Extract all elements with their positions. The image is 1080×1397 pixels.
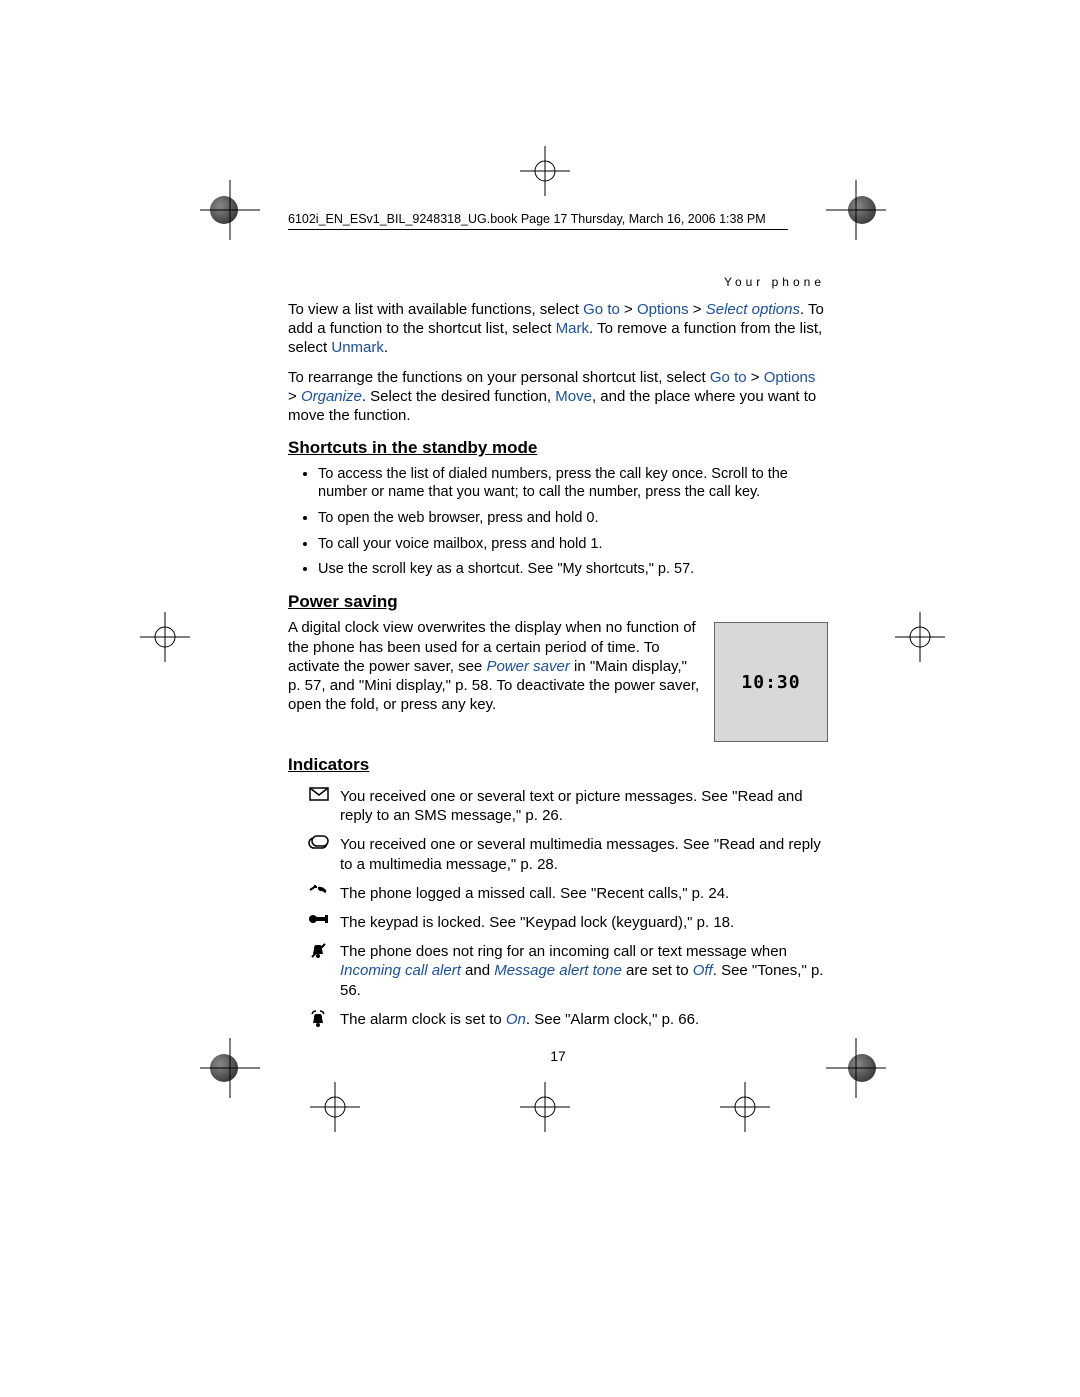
incoming-call-alert-link: Incoming call alert: [340, 962, 461, 979]
crop-mark-tl: [200, 180, 260, 240]
page-number: 17: [288, 1048, 828, 1066]
reg-bottom-left2: [310, 1082, 360, 1132]
crop-mark-br: [826, 1038, 886, 1098]
on-link: On: [506, 1011, 526, 1028]
move-link: Move: [555, 388, 592, 405]
book-header-line: 6102i_EN_ESv1_BIL_9248318_UG.book Page 1…: [288, 212, 788, 230]
clock-illustration: 10:30: [714, 622, 828, 742]
table-row: You received one or several multimedia m…: [288, 830, 828, 878]
table-row: The alarm clock is set to On. See "Alarm…: [288, 1005, 828, 1034]
goto-link: Go to: [710, 369, 747, 386]
shortcuts-heading: Shortcuts in the standby mode: [288, 437, 828, 459]
goto-link: Go to: [583, 301, 620, 318]
mms-icon: [298, 835, 340, 849]
indicator-text: The keypad is locked. See "Keypad lock (…: [340, 908, 828, 937]
power-saver-link: Power saver: [486, 658, 569, 675]
sep: >: [288, 388, 301, 405]
clock-time: 10:30: [741, 671, 800, 694]
indicators-heading: Indicators: [288, 754, 828, 776]
unmark-link: Unmark: [331, 339, 384, 356]
options-link: Options: [764, 369, 816, 386]
indicator-text: You received one or several text or pict…: [340, 782, 828, 830]
text: To view a list with available functions,…: [288, 301, 583, 318]
list-item: Use the scroll key as a shortcut. See "M…: [318, 560, 828, 579]
indicator-text: The alarm clock is set to On. See "Alarm…: [340, 1005, 828, 1034]
off-link: Off: [693, 962, 713, 979]
text: The alarm clock is set to: [340, 1011, 506, 1028]
table-row: You received one or several text or pict…: [288, 782, 828, 830]
alarm-icon: [298, 1010, 340, 1028]
lock-icon: [298, 913, 340, 925]
table-row: The keypad is locked. See "Keypad lock (…: [288, 908, 828, 937]
indicators-table: You received one or several text or pict…: [288, 782, 828, 1034]
text: . See "Alarm clock," p. 66.: [526, 1011, 699, 1028]
missed-call-icon: [298, 884, 340, 898]
text: are set to: [622, 962, 693, 979]
message-alert-tone-link: Message alert tone: [494, 962, 622, 979]
reg-bottom-mid: [520, 1082, 570, 1132]
section-name: Your phone: [724, 275, 825, 289]
list-item: To access the list of dialed numbers, pr…: [318, 465, 828, 502]
organize-link: Organize: [301, 388, 362, 405]
select-options-link: Select options: [706, 301, 800, 318]
reg-left: [140, 612, 190, 662]
text: . Select the desired function,: [362, 388, 555, 405]
text: .: [384, 339, 388, 356]
text: To rearrange the functions on your perso…: [288, 369, 710, 386]
text: and: [461, 962, 494, 979]
crop-mark-tr: [826, 180, 886, 240]
reg-bottom-right2: [720, 1082, 770, 1132]
crop-mark-bl: [200, 1038, 260, 1098]
intro-paragraph-2: To rearrange the functions on your perso…: [288, 368, 828, 426]
table-row: The phone does not ring for an incoming …: [288, 937, 828, 1005]
table-row: The phone logged a missed call. See "Rec…: [288, 879, 828, 908]
indicator-text: The phone logged a missed call. See "Rec…: [340, 879, 828, 908]
reg-right: [895, 612, 945, 662]
shortcuts-list: To access the list of dialed numbers, pr…: [288, 465, 828, 579]
intro-paragraph-1: To view a list with available functions,…: [288, 300, 828, 358]
text: The phone does not ring for an incoming …: [340, 943, 787, 960]
reg-top-mid: [520, 146, 570, 196]
list-item: To open the web browser, press and hold …: [318, 509, 828, 528]
list-item: To call your voice mailbox, press and ho…: [318, 535, 828, 554]
power-saving-heading: Power saving: [288, 591, 828, 613]
sep: >: [747, 369, 764, 386]
envelope-icon: [298, 787, 340, 801]
silent-icon: [298, 942, 340, 960]
sep: >: [620, 301, 637, 318]
sep: >: [689, 301, 706, 318]
indicator-text: The phone does not ring for an incoming …: [340, 937, 828, 1005]
indicator-text: You received one or several multimedia m…: [340, 830, 828, 878]
mark-link: Mark: [556, 320, 589, 337]
power-saving-text: A digital clock view overwrites the disp…: [288, 618, 700, 714]
options-link: Options: [637, 301, 689, 318]
